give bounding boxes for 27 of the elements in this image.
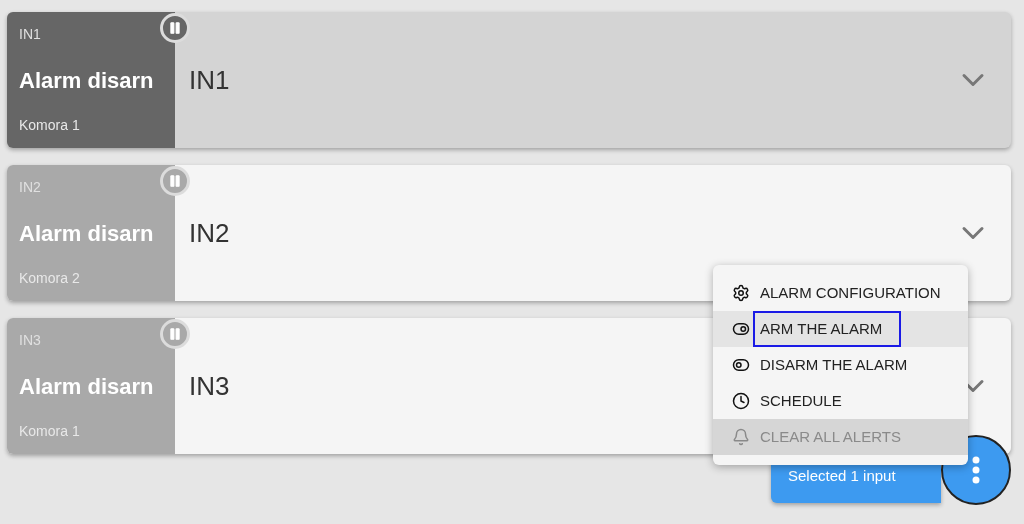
bell-icon <box>732 428 750 446</box>
more-vertical-icon <box>972 456 980 484</box>
alarm-status: Alarm disarn <box>19 219 155 248</box>
input-name: IN3 <box>189 369 230 403</box>
input-code: IN1 <box>19 25 42 44</box>
menu-item[interactable]: SCHEDULE <box>713 383 968 419</box>
location-label: Komora 2 <box>19 269 81 288</box>
location-label: Komora 1 <box>19 422 81 441</box>
gear-icon <box>732 284 750 302</box>
clock-icon <box>732 392 750 410</box>
input-name: IN2 <box>189 216 230 250</box>
selection-label: Selected 1 input <box>788 466 896 487</box>
location-label: Komora 1 <box>19 116 81 135</box>
pause-button[interactable] <box>160 166 190 196</box>
pause-icon <box>168 21 182 35</box>
pause-button[interactable] <box>160 319 190 349</box>
pause-icon <box>168 174 182 188</box>
toggle-off-icon <box>732 356 750 374</box>
alarm-status: Alarm disarn <box>19 372 155 401</box>
input-card[interactable]: IN1 Alarm disarn Komora 1 IN1 <box>7 12 1011 148</box>
pause-button[interactable] <box>160 13 190 43</box>
menu-item[interactable]: ARM THE ALARM <box>713 311 968 347</box>
toggle-on-icon <box>732 320 750 338</box>
input-name: IN1 <box>189 63 230 97</box>
pause-icon <box>168 327 182 341</box>
menu-item[interactable]: DISARM THE ALARM <box>713 347 968 383</box>
alarm-status: Alarm disarn <box>19 66 155 95</box>
